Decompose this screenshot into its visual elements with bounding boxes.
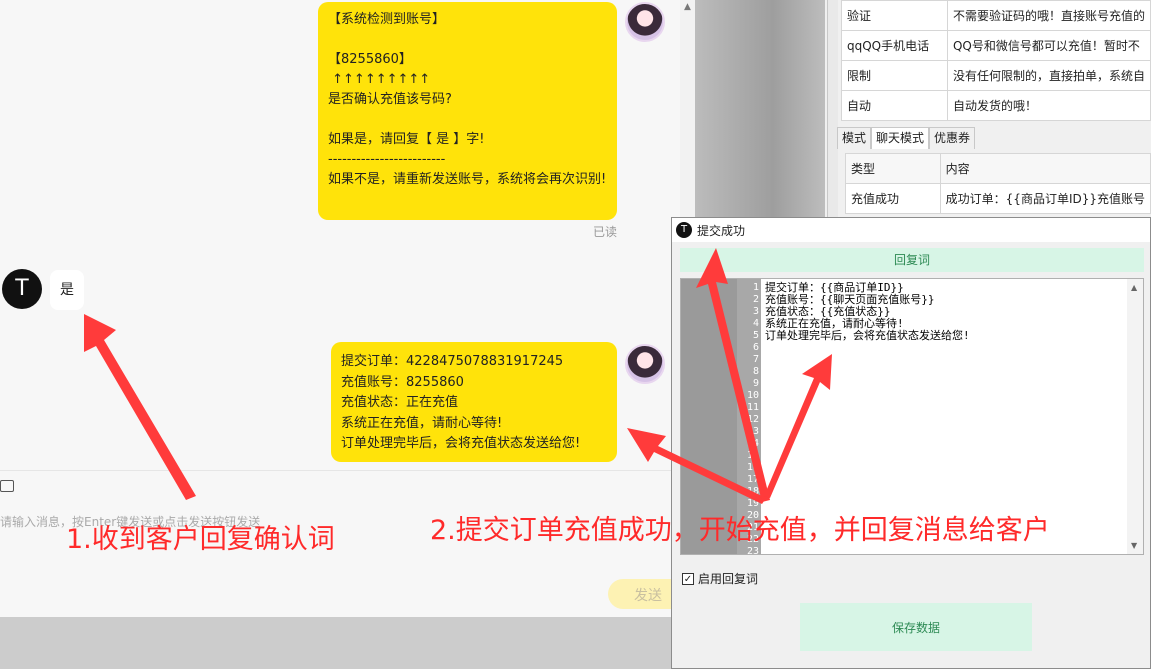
reply-dialog: T 提交成功 回复词 1 2 3 4 5 6 7 8 9 10 11 12 13… [671,217,1151,669]
agent-avatar [625,344,665,384]
keyword-table: 验证 不需要验证码的哦！直接账号充值的 qqQQ手机电话 QQ号和微信号都可以充值！… [841,0,1151,121]
annotation-step2: 2.提交订单充值成功，开始充值，并回复消息给客户 [430,515,1050,546]
scroll-up-icon[interactable]: ▲ [1131,283,1137,292]
dialog-title: 提交成功 [697,224,746,238]
agent-avatar [625,2,665,42]
enable-reply-row: ✓ 启用回复词 [682,570,758,587]
tab-mode[interactable]: 模式 [837,127,872,149]
image-icon[interactable] [0,480,14,492]
tab-chat-mode[interactable]: 聊天模式 [871,127,930,149]
agent-message-account-detected: 【系统检测到账号】 【8255860】 ↑↑↑↑↑↑↑↑↑ 是否确认充值该号码?… [318,2,617,220]
reply-table: 类型 内容 充值成功 成功订单：{{商品订单ID}}充值账号 [845,153,1151,214]
panel-divider [827,0,838,220]
reply-text[interactable]: 提交订单：{{商品订单ID}} 充值账号：{{聊天页面充值账号}} 充值状态：{… [765,282,970,342]
table-header: 类型 内容 [845,153,1151,184]
table-row[interactable]: qqQQ手机电话 QQ号和微信号都可以充值！暂时不 [841,30,1151,61]
dialog-titlebar[interactable]: T 提交成功 [672,218,1150,242]
enable-reply-label: 启用回复词 [698,572,759,586]
annotation-step1: 1.收到客户回复确认词 [66,524,335,555]
save-button[interactable]: 保存数据 [800,603,1032,651]
tab-coupon[interactable]: 优惠券 [929,127,976,149]
table-row[interactable]: 限制 没有任何限制的，直接拍单，系统自 [841,60,1151,91]
scroll-up-icon[interactable]: ▲ [684,2,691,12]
enable-reply-checkbox[interactable]: ✓ [682,572,694,585]
app-logo-icon: T [676,222,692,238]
reply-header-button[interactable]: 回复词 [680,248,1144,272]
agent-message-order-submitted: 提交订单：4228475078831917245 充值账号：8255860 充值… [331,342,617,462]
bottom-bar [0,617,680,669]
read-status: 已读 [593,225,618,239]
table-row[interactable]: 充值成功 成功订单：{{商品订单ID}}充值账号 [845,183,1151,214]
mode-tabs: 模式 聊天模式 优惠券 [837,127,976,149]
customer-message: 是 [50,270,84,310]
table-row[interactable]: 验证 不需要验证码的哦！直接账号充值的 [841,0,1151,31]
chat-panel: ▲ ▼ 【系统检测到账号】 【8255860】 ↑↑↑↑↑↑↑↑↑ 是否确认充值… [0,0,695,669]
customer-avatar: T [2,269,42,309]
scroll-down-icon[interactable]: ▼ [1131,541,1137,550]
editor-scrollbar[interactable]: ▲ ▼ [1127,279,1143,554]
background-image [695,0,825,220]
table-row[interactable]: 自动 自动发货的哦！ [841,90,1151,121]
